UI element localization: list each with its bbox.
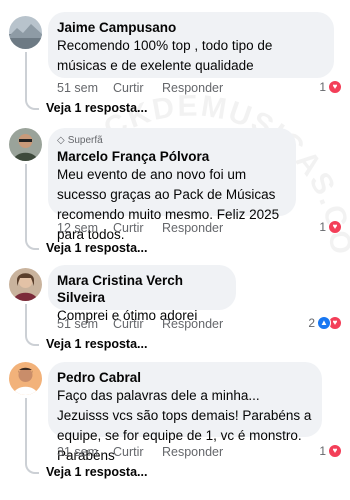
reaction-summary[interactable]: 2 ▲ ♥	[308, 316, 342, 330]
comment-bubble: Mara Cristina Verch Silveira Comprei e ó…	[48, 265, 236, 323]
reply-button[interactable]: Responder	[162, 445, 223, 459]
view-replies-link[interactable]: Veja 1 resposta...	[46, 465, 147, 479]
avatar[interactable]	[9, 16, 42, 49]
thread-line	[25, 52, 39, 110]
avatar[interactable]	[9, 362, 42, 395]
comment-author[interactable]: Marcelo França Pólvora	[57, 148, 286, 165]
comment-author[interactable]: Pedro Cabral	[57, 369, 312, 386]
comment-age[interactable]: 51 sem	[57, 81, 113, 95]
view-replies-link[interactable]: Veja 1 resposta...	[46, 241, 147, 255]
thread-line	[25, 304, 39, 346]
thumbs-up-icon: ▲	[317, 316, 331, 330]
reaction-count: 1	[319, 444, 326, 458]
reply-button[interactable]: Responder	[162, 221, 223, 235]
reaction-summary[interactable]: 1 ♥	[319, 80, 342, 94]
diamond-icon: ◇	[57, 135, 65, 146]
reply-button[interactable]: Responder	[162, 81, 223, 95]
comment-bubble: ◇ Superfã Marcelo França Pólvora Meu eve…	[48, 128, 296, 242]
view-replies-link[interactable]: Veja 1 resposta...	[46, 337, 147, 351]
like-button[interactable]: Curtir	[113, 317, 162, 331]
thread-line	[25, 398, 39, 474]
heart-icon: ♥	[328, 444, 342, 458]
comment-author[interactable]: Mara Cristina Verch Silveira	[57, 272, 226, 306]
thread-line	[25, 164, 39, 250]
reaction-summary[interactable]: 1 ♥	[319, 444, 342, 458]
comment-text: Recomendo 100% top , todo tipo de música…	[57, 38, 273, 73]
like-button[interactable]: Curtir	[113, 221, 162, 235]
comment-bubble: Pedro Cabral Faço das palavras dele a mi…	[48, 362, 322, 463]
reaction-count: 2	[308, 316, 315, 330]
like-button[interactable]: Curtir	[113, 445, 162, 459]
comment-author[interactable]: Jaime Campusano	[57, 19, 324, 36]
comment-actions: 51 sem Curtir Responder	[57, 317, 223, 331]
reaction-count: 1	[319, 80, 326, 94]
comment-actions: 51 sem Curtir Responder	[57, 81, 223, 95]
heart-icon: ♥	[328, 80, 342, 94]
reply-button[interactable]: Responder	[162, 317, 223, 331]
avatar[interactable]	[9, 268, 42, 301]
view-replies-link[interactable]: Veja 1 resposta...	[46, 101, 147, 115]
fan-badge: ◇ Superfã	[57, 135, 286, 146]
comment-age[interactable]: 31 sem	[57, 445, 113, 459]
comment-bubble: Jaime Campusano Recomendo 100% top , tod…	[48, 12, 334, 78]
avatar[interactable]	[9, 128, 42, 161]
like-button[interactable]: Curtir	[113, 81, 162, 95]
comment-actions: 31 sem Curtir Responder	[57, 445, 223, 459]
comment-age[interactable]: 51 sem	[57, 317, 113, 331]
reaction-count: 1	[319, 220, 326, 234]
badge-label: Superfã	[67, 135, 103, 146]
comment-actions: 12 sem Curtir Responder	[57, 221, 223, 235]
heart-icon: ♥	[328, 220, 342, 234]
reaction-summary[interactable]: 1 ♥	[319, 220, 342, 234]
comment-age[interactable]: 12 sem	[57, 221, 113, 235]
